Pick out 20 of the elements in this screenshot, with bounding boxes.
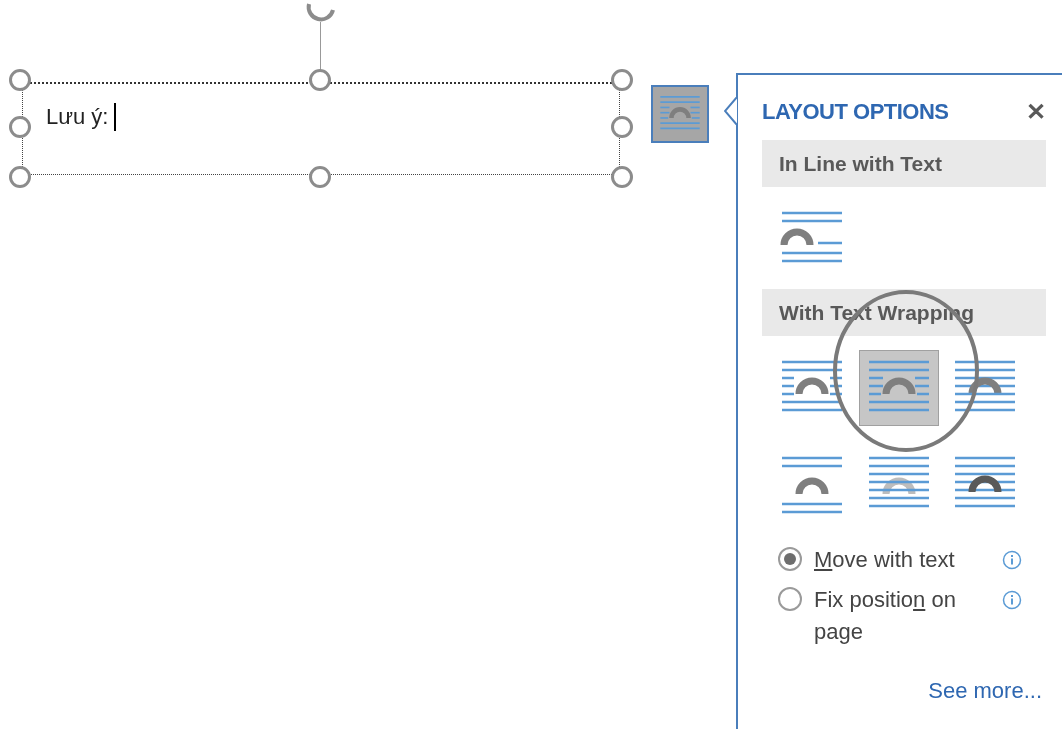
info-icon[interactable] xyxy=(1002,590,1022,610)
layout-options-button[interactable] xyxy=(651,85,709,143)
panel-title: LAYOUT OPTIONS xyxy=(762,98,949,126)
section-header: In Line with Text xyxy=(762,140,1046,187)
resize-handle[interactable] xyxy=(9,166,31,188)
radio-button[interactable] xyxy=(778,587,802,611)
resize-handle[interactable] xyxy=(9,116,31,138)
radio-label[interactable]: Fix position on page xyxy=(814,584,1000,648)
see-more-link[interactable]: See more... xyxy=(928,674,1042,707)
text-box-content: Lưu ý: xyxy=(46,103,109,131)
resize-handle[interactable] xyxy=(611,69,633,91)
radio-button[interactable] xyxy=(778,547,802,571)
radio-label[interactable]: Move with text xyxy=(814,544,1000,576)
close-button[interactable]: ✕ xyxy=(1026,99,1046,124)
resize-handle[interactable] xyxy=(9,69,31,91)
info-icon[interactable] xyxy=(1002,550,1022,570)
resize-handle[interactable] xyxy=(309,166,331,188)
resize-handle[interactable] xyxy=(309,69,331,91)
resize-handle[interactable] xyxy=(611,116,633,138)
resize-handle[interactable] xyxy=(611,166,633,188)
